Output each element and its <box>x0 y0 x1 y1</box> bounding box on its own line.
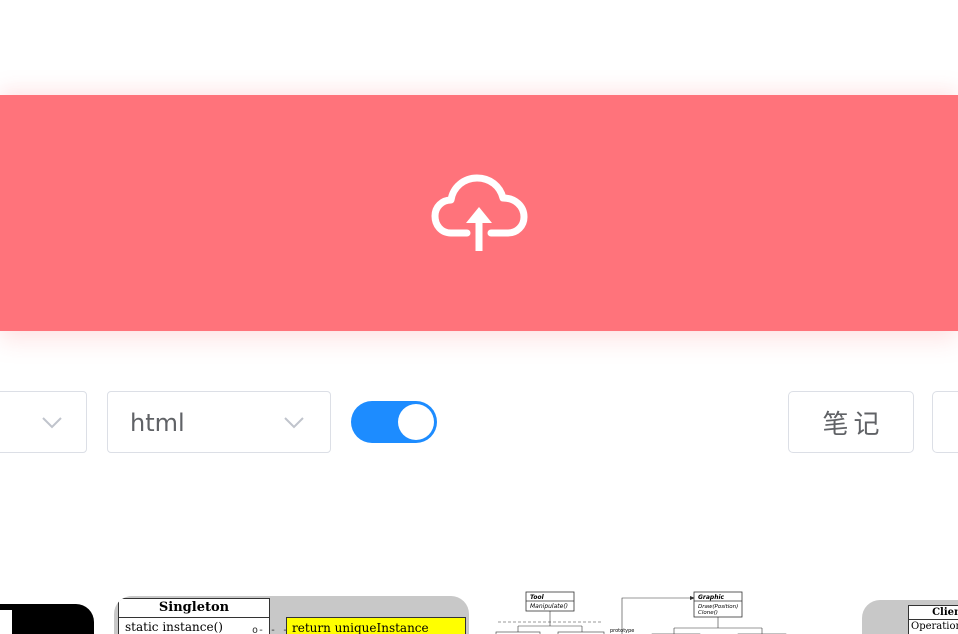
tool-method: Manipulate() <box>530 603 568 610</box>
uml-diagram: Tool Manipulate() prototype Graphic Draw… <box>495 591 787 634</box>
uml-class-title: Singleton <box>119 599 269 618</box>
toggle-knob <box>398 404 434 440</box>
prototype-label: prototype <box>610 628 634 634</box>
next-button[interactable] <box>932 391 958 453</box>
graphic-method-2: Clone() <box>698 610 718 616</box>
uml-connector: o- - - <box>252 625 289 634</box>
thumbnail-image <box>0 610 12 634</box>
left-select[interactable] <box>0 391 87 453</box>
graphic-title: Graphic <box>698 594 725 601</box>
uml-class-box: Client Operation( <box>908 605 958 634</box>
language-select-value: html <box>130 409 185 437</box>
cloud-upload-icon <box>431 174 528 251</box>
uml-class-method: static instance() <box>125 620 223 634</box>
chevron-down-icon <box>42 417 62 429</box>
thumbnail-item[interactable]: Client Operation( <box>862 600 958 634</box>
toggle-switch[interactable] <box>351 401 437 443</box>
notes-button[interactable]: 笔记 <box>788 391 914 453</box>
uml-class-box: Singleton static instance() <box>118 598 270 634</box>
chevron-down-icon <box>284 417 304 429</box>
uml-class-title: Client <box>909 606 958 620</box>
thumbnail-item[interactable] <box>0 604 94 634</box>
tool-title: Tool <box>530 594 545 601</box>
thumbnail-item[interactable]: Tool Manipulate() prototype Graphic Draw… <box>494 590 794 634</box>
upload-area[interactable] <box>0 95 958 331</box>
uml-note-text: return uniqueInstance <box>292 621 429 634</box>
language-select[interactable]: html <box>107 391 331 453</box>
uml-note: return uniqueInstance <box>286 617 466 634</box>
thumbnail-item[interactable]: Singleton static instance() o- - - retur… <box>114 596 469 634</box>
uml-class-method: Operation( <box>911 621 958 632</box>
